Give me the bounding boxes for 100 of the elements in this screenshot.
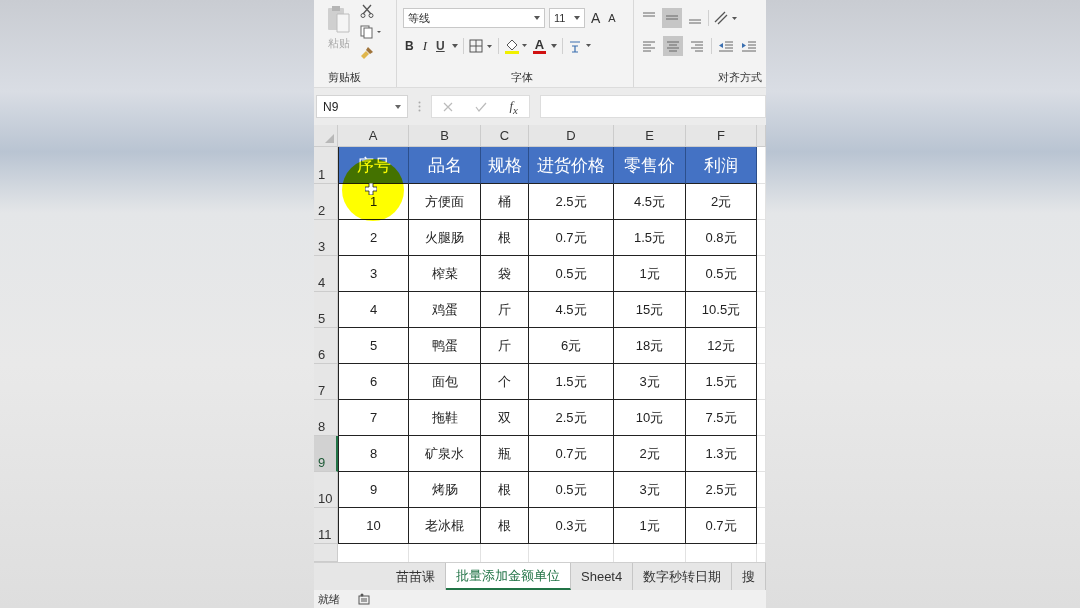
- table-cell: 斤: [481, 292, 529, 328]
- table-cell: 1.5元: [614, 220, 686, 256]
- table-cell: 双: [481, 400, 529, 436]
- caret-icon[interactable]: [534, 16, 540, 20]
- column-header[interactable]: A: [338, 125, 409, 147]
- align-center-icon[interactable]: [663, 36, 683, 56]
- font-size-dropdown[interactable]: 11: [549, 8, 585, 28]
- table-cell: 7: [338, 400, 409, 436]
- font-name-dropdown[interactable]: 等线: [403, 8, 545, 28]
- table-cell: 0.3元: [529, 508, 614, 544]
- table-cell: 5: [338, 328, 409, 364]
- table-cell: 矿泉水: [409, 436, 481, 472]
- borders-icon[interactable]: [468, 39, 493, 53]
- table-cell: 1元: [614, 508, 686, 544]
- table-cell: 瓶: [481, 436, 529, 472]
- table-cell: 2: [338, 220, 409, 256]
- caret-icon[interactable]: [395, 104, 401, 109]
- table-cell: 4.5元: [529, 292, 614, 328]
- table-cell: 老冰棍: [409, 508, 481, 544]
- macro-record-icon[interactable]: [358, 593, 370, 605]
- row-header[interactable]: 11: [314, 508, 338, 544]
- name-box[interactable]: N9: [316, 95, 408, 118]
- table-cell: 3元: [614, 472, 686, 508]
- table-cell: 4: [338, 292, 409, 328]
- table-cell: 3: [338, 256, 409, 292]
- header-cell: 品名: [409, 147, 481, 184]
- table-cell: 2.5元: [529, 184, 614, 220]
- caret-icon[interactable]: [551, 44, 558, 48]
- table-cell: 个: [481, 364, 529, 400]
- header-cell: 进货价格: [529, 147, 614, 184]
- table-cell: 根: [481, 508, 529, 544]
- table-cell: 鸭蛋: [409, 328, 481, 364]
- table-cell: 6: [338, 364, 409, 400]
- table-cell: 2.5元: [686, 472, 757, 508]
- table-cell: 0.5元: [529, 256, 614, 292]
- table-cell: 桶: [481, 184, 529, 220]
- check-icon[interactable]: [475, 101, 488, 112]
- row-header[interactable]: 10: [314, 472, 338, 508]
- table-cell: 0.5元: [686, 256, 757, 292]
- row-header[interactable]: 9: [314, 436, 338, 472]
- brush-icon[interactable]: [360, 46, 374, 60]
- caret-icon[interactable]: [574, 16, 580, 20]
- table-cell: 2元: [614, 436, 686, 472]
- table-cell: 9: [338, 472, 409, 508]
- table-cell: 10: [338, 508, 409, 544]
- caret-icon[interactable]: [451, 44, 458, 48]
- shrink-font-button[interactable]: A: [606, 12, 618, 24]
- formula-input[interactable]: [540, 95, 766, 118]
- table-cell: 火腿肠: [409, 220, 481, 256]
- table-cell: 0.8元: [686, 220, 757, 256]
- table-cell: 6元: [529, 328, 614, 364]
- header-cell: 规格: [481, 147, 529, 184]
- cancel-icon[interactable]: [443, 101, 454, 112]
- row-header[interactable]: 1: [314, 147, 338, 184]
- header-cell: 零售价: [614, 147, 686, 184]
- table-cell: 10.5元: [686, 292, 757, 328]
- column-header[interactable]: E: [614, 125, 686, 147]
- italic-button[interactable]: I: [420, 38, 429, 54]
- row-header[interactable]: 2: [314, 184, 338, 220]
- sheet-tab[interactable]: 批量添加金额单位: [446, 563, 571, 590]
- table-cell: 斤: [481, 328, 529, 364]
- table-cell: 8: [338, 436, 409, 472]
- table-cell: 袋: [481, 256, 529, 292]
- font-color-button[interactable]: A: [532, 38, 547, 54]
- fill-color-icon[interactable]: [503, 38, 528, 54]
- phonetic-icon[interactable]: [568, 38, 593, 54]
- table-cell: 面包: [409, 364, 481, 400]
- status-text: 就绪: [318, 591, 340, 607]
- grow-font-button[interactable]: A: [589, 10, 603, 26]
- table-cell: 根: [481, 220, 529, 256]
- insert-function-button[interactable]: f$_{x}$: [509, 97, 518, 116]
- column-header[interactable]: D: [529, 125, 614, 147]
- orientation-icon[interactable]: [713, 10, 739, 26]
- scissors-icon[interactable]: [360, 4, 374, 18]
- paste-icon[interactable]: [326, 4, 352, 34]
- copy-icon[interactable]: [360, 25, 382, 39]
- table-cell: 18元: [614, 328, 686, 364]
- group-label: 对齐方式: [718, 69, 762, 85]
- table-cell: 3元: [614, 364, 686, 400]
- table-cell: 烤肠: [409, 472, 481, 508]
- table-cell: 0.7元: [686, 508, 757, 544]
- cursor-icon: [365, 183, 377, 195]
- underline-button[interactable]: U: [434, 39, 447, 53]
- align-middle-icon[interactable]: [662, 8, 682, 28]
- column-header[interactable]: C: [481, 125, 529, 147]
- row-header[interactable]: 5: [314, 292, 338, 328]
- row-header[interactable]: 3: [314, 220, 338, 256]
- group-label: 剪贴板: [328, 69, 361, 85]
- row-header[interactable]: 7: [314, 364, 338, 400]
- column-header[interactable]: F: [686, 125, 757, 147]
- table-cell: 1元: [614, 256, 686, 292]
- header-cell: 利润: [686, 147, 757, 184]
- column-header[interactable]: B: [409, 125, 481, 147]
- table-cell: 10元: [614, 400, 686, 436]
- row-header[interactable]: 4: [314, 256, 338, 292]
- row-header[interactable]: 6: [314, 328, 338, 364]
- table-cell: 1.3元: [686, 436, 757, 472]
- table-cell: 4.5元: [614, 184, 686, 220]
- row-header[interactable]: 8: [314, 400, 338, 436]
- bold-button[interactable]: B: [403, 39, 416, 53]
